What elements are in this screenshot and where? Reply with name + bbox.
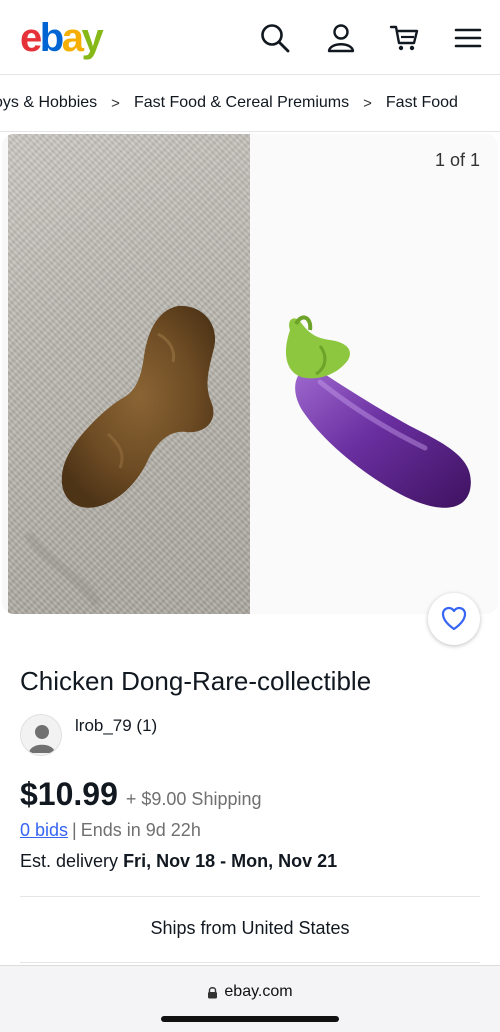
- breadcrumb: oys & Hobbies > Fast Food & Cereal Premi…: [0, 76, 500, 132]
- seller-info[interactable]: lrob_79 (1): [20, 714, 320, 758]
- shipping-cost: + $9.00 Shipping: [125, 789, 262, 809]
- delivery-date: Fri, Nov 18 - Mon, Nov 21: [123, 851, 338, 871]
- url-text: ebay.com: [224, 983, 293, 1000]
- logo-letter-e: e: [20, 16, 42, 60]
- menu-icon[interactable]: [452, 22, 484, 54]
- home-indicator[interactable]: [161, 1016, 339, 1022]
- ships-from: Ships from United States: [150, 918, 350, 938]
- breadcrumb-item-fast-food-cereal[interactable]: Fast Food & Cereal Premiums: [134, 94, 349, 112]
- browser-address-bar[interactable]: ebay.com: [0, 965, 500, 1032]
- cart-icon[interactable]: [389, 22, 421, 54]
- breadcrumb-item-toys-hobbies[interactable]: oys & Hobbies: [0, 94, 97, 112]
- product-photo-nugget: [8, 134, 250, 614]
- image-counter: 1 of 1: [434, 150, 480, 170]
- lock-icon: [208, 986, 218, 998]
- chicken-nugget-image: [23, 305, 216, 607]
- bids-link[interactable]: 0 bids: [20, 820, 68, 841]
- breadcrumb-separator: >: [111, 94, 120, 112]
- divider: [20, 896, 480, 897]
- avatar: [20, 714, 62, 756]
- account-icon[interactable]: [325, 22, 357, 54]
- ebay-logo[interactable]: ebay: [20, 14, 104, 62]
- logo-letter-y: y: [81, 16, 103, 60]
- item-price: $10.99: [20, 776, 118, 812]
- image-gallery[interactable]: 1 of 1: [2, 134, 498, 614]
- price-row: $10.99 + $9.00 Shipping: [20, 776, 262, 813]
- bids-separator: |: [72, 820, 77, 840]
- breadcrumb-separator: >: [363, 94, 372, 112]
- listing-title: Chicken Dong-Rare-collectible: [20, 666, 372, 696]
- add-to-watchlist-button[interactable]: [428, 593, 480, 645]
- delivery-label: Est. delivery: [20, 851, 119, 871]
- product-photo-eggplant: 1 of 1: [250, 134, 498, 614]
- eggplant-image: [285, 315, 471, 508]
- logo-letter-a: a: [61, 16, 84, 60]
- bids-row: 0 bids | Ends in 9d 22h: [20, 820, 201, 841]
- delivery-row: Est. delivery Fri, Nov 18 - Mon, Nov 21: [20, 851, 337, 872]
- breadcrumb-item-fast-food[interactable]: Fast Food: [386, 94, 458, 112]
- auction-ends: Ends in 9d 22h: [80, 820, 201, 840]
- site-header: ebay: [0, 0, 500, 75]
- user-avatar-icon: [29, 725, 55, 753]
- search-icon[interactable]: [259, 22, 291, 54]
- heart-icon: [441, 606, 467, 631]
- logo-letter-b: b: [39, 16, 64, 60]
- seller-name[interactable]: lrob_79 (1): [75, 716, 157, 736]
- url-display[interactable]: ebay.com: [0, 983, 500, 1001]
- divider: [20, 962, 480, 963]
